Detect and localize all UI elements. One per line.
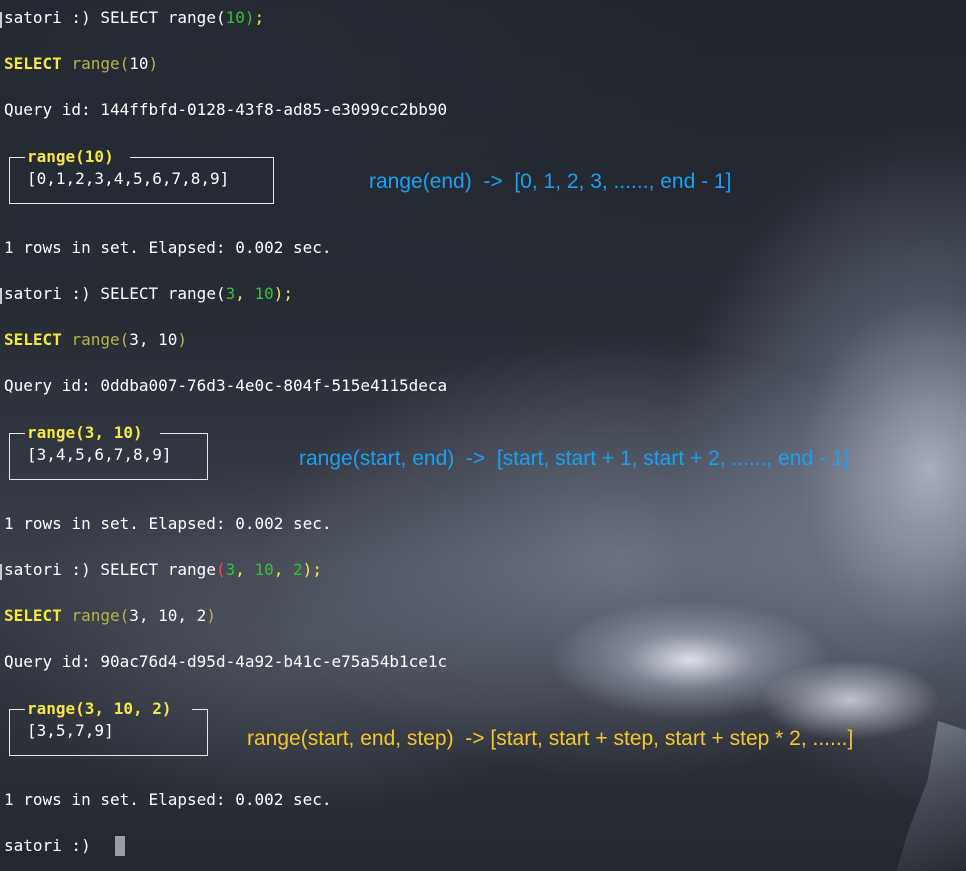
result-cell: [0,1,2,3,4,5,6,7,8,9] [27,169,230,188]
command-function: range( [167,284,226,303]
command-semicolon: ; [283,284,294,303]
echo-function: range [71,606,120,625]
command-line: satori :) SELECT range(3, 10, 2); [4,560,322,580]
echo-close-paren: ) [206,606,216,625]
echo-function: range [71,54,120,73]
command-semicolon: ; [254,8,265,27]
command-arg: 3 [225,560,236,579]
result-column-header: range(3, 10) [27,423,143,442]
query-id: 0ddba007-76d3-4e0c-804f-515e4115deca [100,376,448,395]
echo-open-paren: ( [119,330,130,349]
command-comma: , [273,560,294,579]
result-table: range(3, 10, 2) [3,5,7,9] [9,699,208,756]
prompt: satori :) [4,560,91,579]
command-open-paren: ( [215,560,226,579]
status-line: 1 rows in set. Elapsed: 0.002 sec. [4,514,332,533]
prompt: satori :) [4,284,91,303]
command-arg: 2 [293,560,303,579]
echo-open-paren: ( [119,606,130,625]
command-keyword: SELECT [100,8,159,27]
query-id: 144ffbfd-0128-43f8-ad85-e3099cc2bb90 [100,100,448,119]
prompt: satori :) [4,8,91,27]
query-id: 90ac76d4-d95d-4a92-b41c-e75a54b1ce1c [100,652,448,671]
query-id-label: Query id: [4,652,91,671]
box-border [192,709,208,710]
echo-close-paren: ) [148,54,159,73]
command-comma: , [235,284,255,303]
line-marker [0,12,2,28]
result-column-header: range(10) [27,147,114,166]
command-semicolon: ; [312,560,322,579]
command-arg: 3 [225,284,236,303]
box-border [9,709,25,710]
text-cursor[interactable] [115,836,125,856]
query-id-line: Query id: 0ddba007-76d3-4e0c-804f-515e41… [4,376,447,396]
echo-args: 3, 10 [129,330,178,349]
box-border [9,433,25,434]
query-id-line: Query id: 90ac76d4-d95d-4a92-b41c-e75a54… [4,652,447,672]
status-line: 1 rows in set. Elapsed: 0.002 sec. [4,790,332,809]
command-line: satori :) SELECT range(10); [4,8,264,28]
echo-args: 10 [129,54,149,73]
echo-function: range [71,330,120,349]
final-prompt: satori :) [4,836,91,855]
echo-keyword: SELECT [4,54,62,73]
command-arg: 10 [225,8,245,27]
echo-close-paren: ) [177,330,188,349]
echo-open-paren: ( [119,54,130,73]
line-marker [0,564,2,580]
annotation-note: range(start, end) -> [start, start + 1, … [299,447,850,470]
query-echo: SELECT range(10) [4,54,158,74]
annotation-note: range(end) -> [0, 1, 2, 3, ......, end -… [369,170,732,193]
command-close-paren: ) [302,560,313,579]
status-line: 1 rows in set. Elapsed: 0.002 sec. [4,238,332,257]
line-marker [0,288,2,304]
command-arg: 10 [254,560,274,579]
box-border [160,433,208,434]
result-table: range(3, 10) [3,4,5,6,7,8,9] [9,423,208,480]
annotation-note: range(start, end, step) -> [start, start… [247,727,854,750]
query-id-line: Query id: 144ffbfd-0128-43f8-ad85-e3099c… [4,100,447,120]
result-table: range(10) [0,1,2,3,4,5,6,7,8,9] [9,147,274,204]
query-id-label: Query id: [4,100,91,119]
result-cell: [3,5,7,9] [27,721,114,740]
query-echo: SELECT range(3, 10, 2) [4,606,216,626]
result-cell: [3,4,5,6,7,8,9] [27,445,172,464]
command-function: range( [167,8,226,27]
query-id-label: Query id: [4,376,91,395]
command-close-paren: ) [273,284,284,303]
command-function: range [167,560,216,579]
command-keyword: SELECT [100,284,159,303]
echo-keyword: SELECT [4,606,62,625]
query-echo: SELECT range(3, 10) [4,330,187,350]
echo-keyword: SELECT [4,330,62,349]
command-keyword: SELECT [100,560,159,579]
command-comma: , [235,560,255,579]
command-arg: 10 [254,284,274,303]
echo-args: 3, 10, 2 [129,606,207,625]
command-line: satori :) SELECT range(3, 10); [4,284,293,304]
box-border [9,157,25,158]
box-border [130,157,274,158]
result-column-header: range(3, 10, 2) [27,699,172,718]
